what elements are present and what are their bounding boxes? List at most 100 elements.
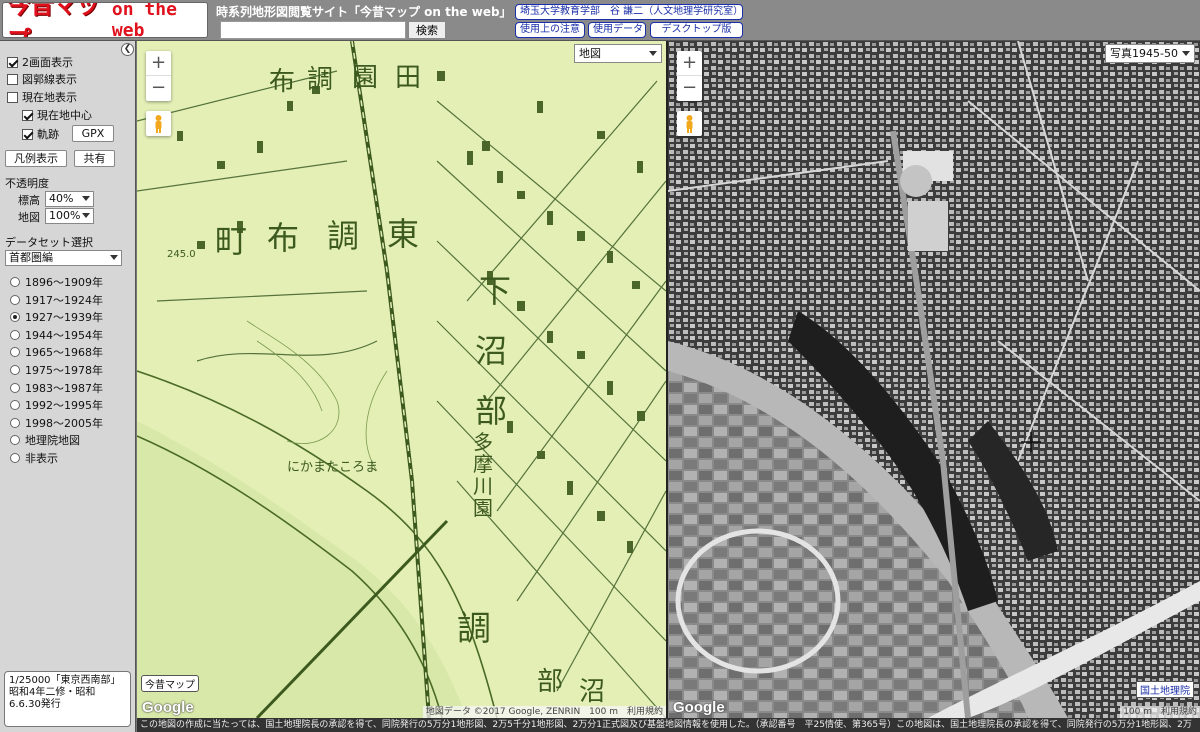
gpx-button[interactable]: GPX (72, 125, 114, 142)
map-label: 調 (307, 65, 334, 95)
radio-icon[interactable] (10, 329, 20, 340)
opacity-elevation-select[interactable]: 40% (45, 191, 94, 207)
aerial-photo-pane[interactable]: + − 写真1945-50 国土地理院 Google 100 m 利用規約 (668, 41, 1200, 718)
map-label: 布 (267, 219, 300, 257)
checkbox-icon[interactable] (22, 128, 33, 140)
option-label: 図郭線表示 (22, 73, 77, 86)
zoom-out-button[interactable]: − (677, 76, 702, 101)
map-label: 町 (215, 222, 248, 260)
period-option[interactable]: 非表示 (10, 450, 58, 466)
map-attribution: 地図データ ©2017 Google, ZENRIN 100 m 利用規約 (422, 706, 666, 718)
period-label: 1927～1939年 (25, 311, 103, 325)
radio-icon[interactable] (10, 365, 20, 375)
opacity-map-select[interactable]: 100% (45, 208, 94, 224)
opacity-map-label: 地図 (18, 211, 40, 224)
option-grid-lines[interactable]: 図郭線表示 (7, 71, 77, 87)
radio-icon[interactable] (10, 382, 20, 393)
map-label: 東 (387, 215, 420, 253)
period-label: 1917～1924年 (25, 293, 103, 307)
period-option[interactable]: 1983～1987年 (10, 380, 103, 396)
checkbox-icon[interactable] (7, 73, 18, 85)
map-label: 部 (537, 667, 564, 697)
select-value: 40% (49, 192, 74, 205)
period-option[interactable]: 1944～1954年 (10, 327, 103, 343)
konjaku-map-badge[interactable]: 今昔マップ (141, 675, 199, 692)
usage-notes-link[interactable]: 使用上の注意 (515, 22, 585, 38)
period-label: 1944～1954年 (25, 328, 103, 342)
option-label: 現在地表示 (22, 91, 77, 104)
data-sources-link[interactable]: 使用データ (588, 22, 646, 38)
pegman-icon (686, 115, 693, 133)
period-label: 1965～1968年 (25, 346, 103, 360)
option-center-location[interactable]: 現在地中心 (22, 107, 92, 123)
period-option[interactable]: 1917～1924年 (10, 292, 103, 308)
left-map-type-select[interactable]: 地図 (574, 44, 662, 63)
chevron-down-icon (82, 196, 90, 201)
aerial-photo[interactable] (668, 41, 1200, 718)
option-label: 2画面表示 (22, 56, 73, 69)
opacity-heading: 不透明度 (5, 177, 49, 190)
sidebar: ❮ 2画面表示 図郭線表示 現在地表示 現在地中心 軌跡 GPX 凡例表示 共有… (0, 41, 136, 732)
chevron-down-icon (82, 213, 90, 218)
period-option[interactable]: 1998～2005年 (10, 415, 103, 431)
period-option[interactable]: 1992～1995年 (10, 397, 103, 413)
pegman-icon (155, 115, 162, 133)
radio-icon[interactable] (10, 400, 20, 411)
period-option[interactable]: 1975～1978年 (10, 362, 103, 378)
select-value: 100% (49, 209, 81, 222)
period-option[interactable]: 1965～1968年 (10, 344, 103, 360)
radio-icon[interactable] (10, 347, 20, 358)
option-track[interactable]: 軌跡 (22, 126, 59, 142)
checkbox-icon[interactable] (22, 109, 33, 121)
period-option[interactable]: 1927～1939年 (10, 309, 103, 325)
desktop-version-link[interactable]: デスクトップ版 (650, 22, 743, 38)
old-map-pane[interactable]: 布 調 園 田 町 布 調 東 下 沼 部 多摩川園 調 部 沼 245.0 に… (137, 41, 666, 718)
map-label: 調 (327, 217, 360, 255)
period-option[interactable]: 1896～1909年 (10, 274, 103, 290)
site-logo[interactable]: 今昔マップ on the web (2, 2, 208, 38)
radio-icon[interactable] (10, 277, 20, 287)
header: 今昔マップ on the web 時系列地形図閲覧サイト「今昔マップ on th… (0, 0, 1200, 41)
map-label: 多摩川園 (473, 430, 493, 520)
map-label: 下 (479, 272, 512, 310)
gsi-badge[interactable]: 国土地理院 (1136, 681, 1194, 698)
site-title: 時系列地形図閲覧サイト「今昔マップ on the web」 (216, 5, 512, 19)
period-label: 非表示 (25, 452, 58, 465)
old-topographic-map[interactable] (137, 41, 666, 718)
map-label: 田 (395, 63, 422, 93)
place-search-input[interactable] (220, 21, 406, 39)
select-value: 地図 (579, 47, 601, 60)
collapse-sidebar-button[interactable]: ❮ (121, 43, 134, 56)
share-button[interactable]: 共有 (74, 150, 115, 167)
select-value: 写真1945-50 (1110, 47, 1178, 60)
option-current-location[interactable]: 現在地表示 (7, 89, 77, 105)
option-dual-view[interactable]: 2画面表示 (7, 54, 73, 70)
period-label: 1992～1995年 (25, 399, 103, 413)
map-label: 沼 (579, 677, 606, 707)
checkbox-icon[interactable] (7, 56, 18, 68)
author-link[interactable]: 埼玉大学教育学部 谷 謙二（人文地理学研究室） (515, 4, 743, 20)
opacity-elevation-label: 標高 (18, 194, 40, 207)
zoom-out-button[interactable]: − (146, 76, 171, 101)
radio-icon[interactable] (10, 453, 20, 463)
zoom-in-button[interactable]: + (146, 51, 171, 76)
street-view-pegman-icon[interactable] (677, 111, 702, 136)
map-attribution: 100 m 利用規約 (1120, 706, 1200, 718)
checkbox-icon[interactable] (7, 91, 18, 103)
copyright-footer: この地図の作成に当たっては、国土地理院長の承認を得て、同院発行の5万分1地形図、… (137, 718, 1200, 732)
street-view-pegman-icon[interactable] (146, 111, 171, 136)
radio-icon[interactable] (10, 435, 20, 446)
period-label: 1983～1987年 (25, 381, 103, 395)
radio-icon[interactable] (10, 312, 20, 323)
legend-button[interactable]: 凡例表示 (5, 150, 67, 167)
search-button[interactable]: 検索 (408, 21, 446, 39)
radio-icon[interactable] (10, 417, 20, 428)
select-value: 首都圏編 (9, 251, 53, 264)
map-label: 布 (269, 67, 296, 97)
right-map-type-select[interactable]: 写真1945-50 (1105, 44, 1195, 63)
radio-icon[interactable] (10, 294, 20, 305)
period-option[interactable]: 地理院地図 (10, 432, 80, 448)
dataset-select[interactable]: 首都圏編 (5, 250, 122, 266)
zoom-in-button[interactable]: + (677, 51, 702, 76)
map-label: 調 (457, 609, 491, 649)
